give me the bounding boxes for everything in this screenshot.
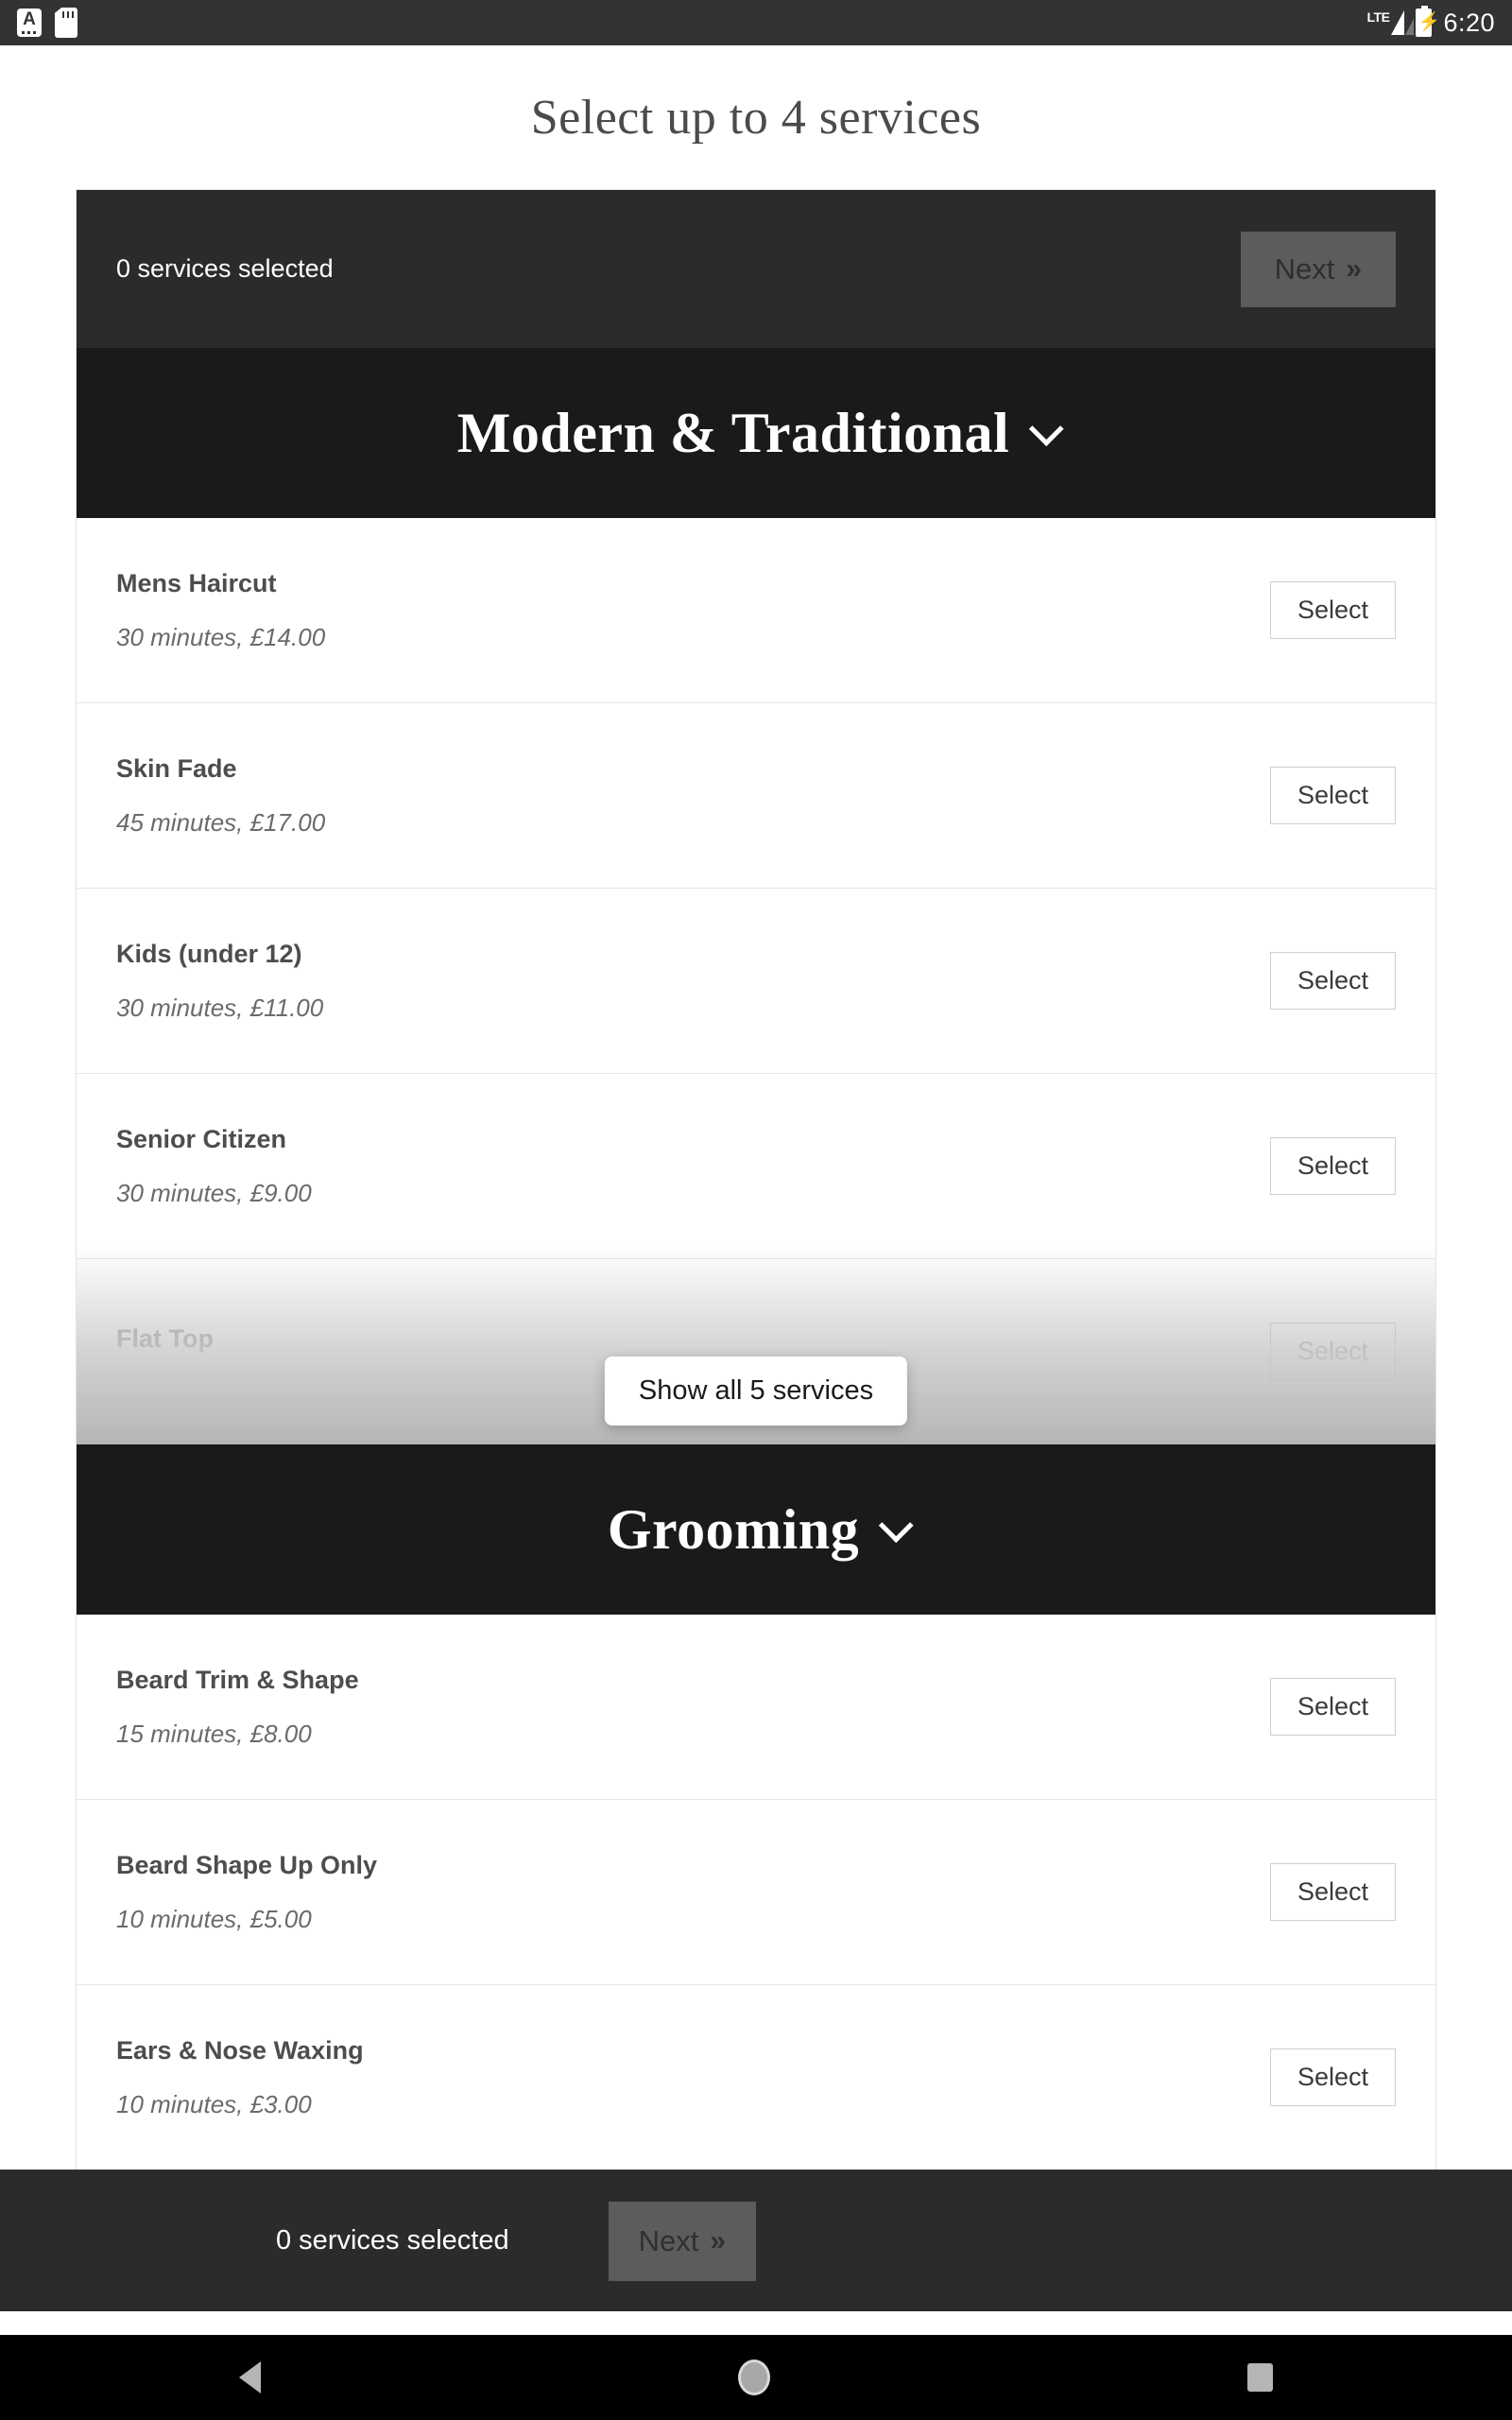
next-button-bottom[interactable]: Next » [608, 2201, 756, 2281]
service-meta: 10 minutes, £3.00 [116, 2089, 312, 2118]
service-row[interactable]: Kids (under 12) 30 minutes, £11.00 Selec… [77, 889, 1435, 1074]
summary-bar-top: 0 services selected Next » [77, 190, 1435, 348]
status-bar-right-icons: LTE 6:20 [1366, 6, 1495, 38]
service-info: Kids (under 12) 30 minutes, £11.00 [116, 940, 323, 1023]
service-name: Flat Top [116, 1324, 214, 1353]
select-button[interactable]: Select [1269, 581, 1396, 639]
android-nav-bar [0, 2335, 1512, 2420]
select-button[interactable]: Select [1269, 1137, 1396, 1195]
service-name: Kids (under 12) [116, 939, 302, 968]
service-info: Ears & Nose Waxing 10 minutes, £3.00 [116, 2036, 364, 2119]
service-info: Skin Fade 45 minutes, £17.00 [116, 754, 325, 838]
service-row[interactable]: Ears & Nose Waxing 10 minutes, £3.00 Sel… [77, 1985, 1435, 2170]
service-info: Senior Citizen 30 minutes, £9.00 [116, 1125, 312, 1208]
selected-count-label-top: 0 services selected [116, 254, 334, 283]
next-button-top[interactable]: Next » [1240, 231, 1396, 307]
service-name: Ears & Nose Waxing [116, 2035, 364, 2065]
status-bar-clock: 6:20 [1443, 8, 1495, 37]
select-button[interactable]: Select [1269, 1322, 1396, 1380]
service-info: Beard Shape Up Only 10 minutes, £5.00 [116, 1851, 377, 1934]
service-row[interactable]: Skin Fade 45 minutes, £17.00 Select [77, 703, 1435, 889]
keyboard-a-icon: A [17, 9, 42, 37]
service-row[interactable]: Senior Citizen 30 minutes, £9.00 Select [77, 1074, 1435, 1259]
service-meta: 30 minutes, £9.00 [116, 1178, 312, 1207]
service-info: Mens Haircut 30 minutes, £14.00 [116, 569, 325, 652]
page-title: Select up to 4 services [530, 91, 982, 145]
section-header-grooming[interactable]: Grooming [77, 1444, 1435, 1615]
chevron-down-icon [878, 1508, 914, 1544]
service-name: Mens Haircut [116, 568, 277, 597]
network-type-label: LTE [1366, 9, 1390, 25]
double-chevron-right-icon: » [710, 2224, 726, 2256]
show-all-services-button[interactable]: Show all 5 services [604, 1357, 908, 1426]
android-status-bar: A LTE 6:20 [0, 0, 1512, 45]
service-name: Skin Fade [116, 753, 237, 783]
section-header-modern-traditional[interactable]: Modern & Traditional [77, 348, 1435, 518]
section-body-grooming: Beard Trim & Shape 15 minutes, £8.00 Sel… [77, 1615, 1435, 2256]
select-button[interactable]: Select [1269, 952, 1396, 1010]
service-name: Beard Trim & Shape [116, 1665, 359, 1694]
service-meta: 15 minutes, £8.00 [116, 1719, 312, 1748]
recents-button-icon[interactable] [1247, 2363, 1274, 2392]
service-meta: 10 minutes, £5.00 [116, 1904, 312, 1933]
service-meta: 45 minutes, £17.00 [116, 807, 326, 837]
summary-bar-bottom: 0 services selected Next » [0, 2169, 1512, 2311]
signal-bars-icon [1391, 10, 1415, 35]
home-button-icon[interactable] [737, 2360, 770, 2395]
battery-charging-icon [1416, 6, 1433, 37]
service-name: Senior Citizen [116, 1124, 287, 1153]
next-button-bottom-label: Next [638, 2223, 699, 2257]
lte-signal-icon: LTE [1366, 9, 1415, 35]
double-chevron-right-icon: » [1346, 252, 1362, 285]
select-button[interactable]: Select [1269, 767, 1396, 824]
section-body-modern-traditional: Mens Haircut 30 minutes, £14.00 Select S… [77, 518, 1435, 1444]
service-name: Beard Shape Up Only [116, 1850, 378, 1879]
sd-card-icon [55, 8, 77, 38]
select-button[interactable]: Select [1269, 1678, 1396, 1736]
section-title: Modern & Traditional [456, 401, 1010, 464]
select-button[interactable]: Select [1269, 2048, 1396, 2106]
services-card: 0 services selected Next » Modern & Trad… [76, 189, 1436, 2256]
service-meta: 30 minutes, £14.00 [116, 622, 326, 651]
status-bar-left-icons: A [17, 8, 77, 38]
chevron-down-icon [1029, 411, 1064, 447]
service-info: Beard Trim & Shape 15 minutes, £8.00 [116, 1666, 359, 1749]
next-button-top-label: Next [1274, 251, 1335, 285]
service-row[interactable]: Beard Trim & Shape 15 minutes, £8.00 Sel… [77, 1615, 1435, 1800]
section-title: Grooming [607, 1497, 860, 1561]
selected-count-label-bottom: 0 services selected [276, 2225, 509, 2256]
app-screen: A LTE 6:20 Select up to 4 services 0 ser… [0, 0, 1512, 2420]
back-button-icon[interactable] [238, 2361, 261, 2394]
select-button[interactable]: Select [1269, 1863, 1396, 1921]
service-info: Flat Top [116, 1324, 214, 1378]
service-row[interactable]: Beard Shape Up Only 10 minutes, £5.00 Se… [77, 1800, 1435, 1985]
service-meta: 30 minutes, £11.00 [116, 993, 324, 1022]
service-row[interactable]: Mens Haircut 30 minutes, £14.00 Select [77, 518, 1435, 703]
